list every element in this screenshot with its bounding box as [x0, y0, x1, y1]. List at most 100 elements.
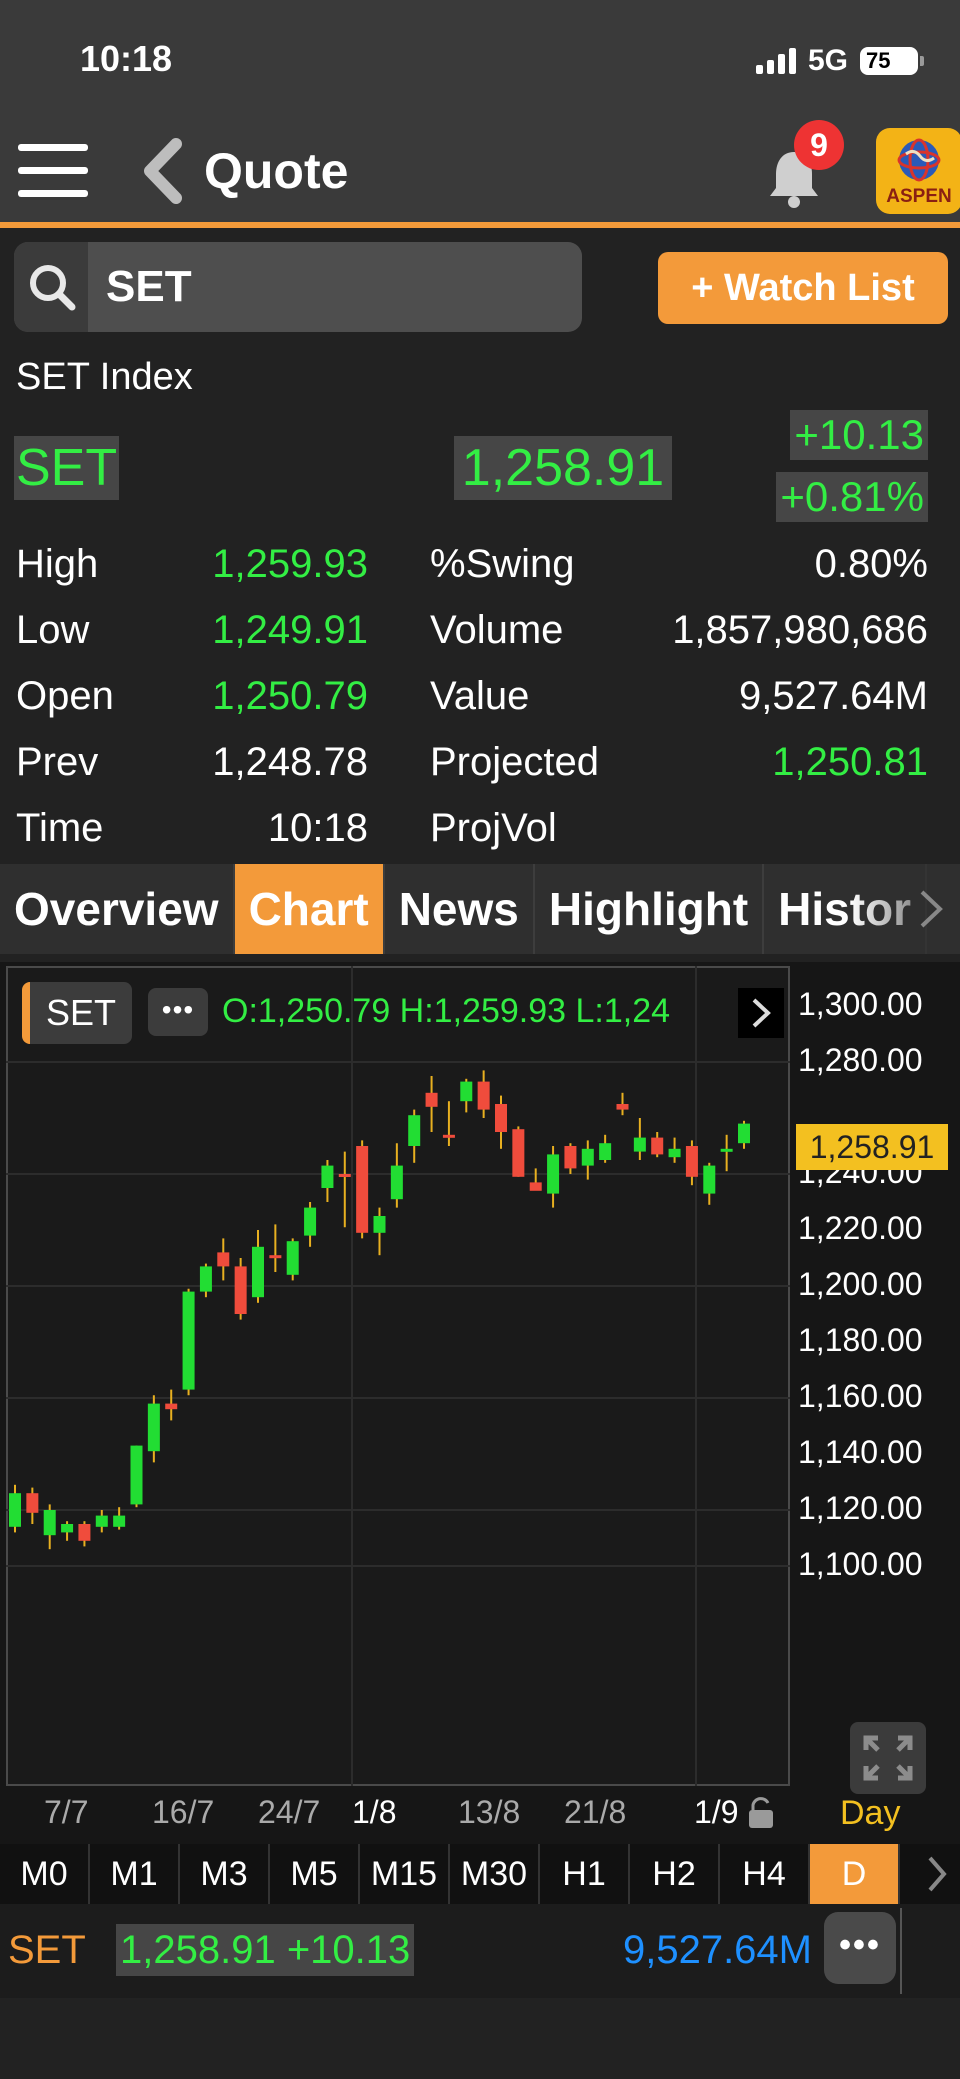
y-axis-tick-label: 1,220.00: [798, 1210, 923, 1246]
timeframe-h2[interactable]: H2: [630, 1844, 720, 1904]
candle[interactable]: [252, 1230, 264, 1303]
chart-more-button[interactable]: •••: [148, 988, 208, 1036]
timeframe-scroll-right-icon[interactable]: [924, 1852, 950, 1896]
candle[interactable]: [651, 1132, 664, 1158]
y-axis-tick-label: 1,140.00: [798, 1434, 923, 1470]
stat-row: Time 10:18 ProjVol: [0, 798, 960, 858]
candle[interactable]: [338, 1151, 351, 1228]
ticker-value: 9,527.64M: [622, 1928, 812, 1972]
aspen-logo[interactable]: ASPEN: [876, 128, 960, 214]
candle-body: [356, 1146, 369, 1233]
candle[interactable]: [408, 1109, 421, 1163]
stat-row: Open 1,250.79 Value 9,527.64M: [0, 666, 960, 726]
candle[interactable]: [599, 1134, 612, 1163]
candle[interactable]: [703, 1162, 716, 1205]
candle[interactable]: [616, 1092, 629, 1116]
candle-body: [616, 1104, 629, 1110]
timeframe-m5[interactable]: M5: [270, 1844, 360, 1904]
candle[interactable]: [9, 1484, 21, 1533]
candle[interactable]: [373, 1207, 386, 1256]
candle[interactable]: [130, 1445, 143, 1508]
candle[interactable]: [425, 1076, 438, 1132]
y-axis-tick-label: 1,160.00: [798, 1378, 923, 1414]
stat-value: 10:18: [267, 806, 368, 850]
tab-news[interactable]: News: [385, 864, 535, 954]
candle-body: [43, 1510, 56, 1536]
aspen-logo-text: ASPEN: [886, 186, 952, 207]
chart-symbol-chip[interactable]: SET: [22, 982, 132, 1044]
candle[interactable]: [442, 1101, 455, 1146]
candle[interactable]: [512, 1126, 525, 1177]
ohlc-expand-icon[interactable]: [738, 988, 784, 1038]
chart-period-label[interactable]: Day: [840, 1794, 900, 1833]
status-indicators: 5G 75: [755, 44, 924, 78]
candle[interactable]: [495, 1095, 507, 1149]
ticker-symbol[interactable]: SET: [8, 1928, 86, 1973]
x-axis-tick-label: 1/9: [694, 1794, 739, 1830]
last-price: 1,258.91: [454, 436, 672, 500]
candle[interactable]: [390, 1143, 403, 1208]
x-axis-tick-label: 7/7: [44, 1794, 89, 1830]
unlock-icon[interactable]: [746, 1796, 776, 1830]
candle[interactable]: [269, 1224, 282, 1272]
candle[interactable]: [738, 1120, 750, 1149]
y-axis-tick-label: 1,100.00: [798, 1546, 923, 1582]
candle[interactable]: [477, 1070, 490, 1118]
timeframe-h1[interactable]: H1: [540, 1844, 630, 1904]
timeframe-m1[interactable]: M1: [90, 1844, 180, 1904]
tab-highlight[interactable]: Highlight: [535, 864, 765, 954]
timeframe-m3[interactable]: M3: [180, 1844, 270, 1904]
candle[interactable]: [720, 1134, 733, 1172]
candle[interactable]: [529, 1168, 542, 1191]
stat-value: 1,857,980,686: [672, 608, 928, 652]
symbol-search-input[interactable]: [106, 242, 566, 332]
candle[interactable]: [668, 1137, 681, 1163]
candle[interactable]: [564, 1143, 577, 1174]
candle[interactable]: [304, 1202, 317, 1247]
candle[interactable]: [460, 1078, 473, 1113]
ticker-more-button[interactable]: •••: [824, 1912, 896, 1984]
tab-chart[interactable]: Chart: [234, 864, 385, 954]
symbol-search[interactable]: [14, 242, 582, 332]
candle[interactable]: [61, 1521, 74, 1541]
candlestick-chart[interactable]: [6, 966, 790, 1786]
candle[interactable]: [356, 1140, 369, 1239]
candle-body: [165, 1403, 178, 1410]
fullscreen-icon[interactable]: [850, 1722, 926, 1794]
stat-value: 9,527.64M: [738, 674, 928, 718]
timeframe-h4[interactable]: H4: [720, 1844, 810, 1904]
timeframe-m15[interactable]: M15: [360, 1844, 450, 1904]
stat-label: Projected: [430, 740, 599, 784]
stat-label: High: [16, 542, 99, 586]
candle[interactable]: [286, 1238, 299, 1281]
candle-body: [408, 1115, 421, 1146]
timeframe-m0[interactable]: M0: [0, 1844, 90, 1904]
battery-icon: 75: [860, 47, 924, 75]
timeframe-m30[interactable]: M30: [450, 1844, 540, 1904]
candle[interactable]: [78, 1521, 91, 1547]
menu-icon[interactable]: [18, 144, 90, 204]
candle[interactable]: [95, 1510, 108, 1533]
candle[interactable]: [633, 1118, 646, 1160]
search-icon[interactable]: [14, 242, 88, 332]
candle[interactable]: [182, 1288, 195, 1396]
candle[interactable]: [26, 1487, 39, 1524]
candle[interactable]: [165, 1389, 178, 1421]
quote-symbol: SET: [14, 436, 120, 500]
candle[interactable]: [547, 1146, 560, 1208]
candle[interactable]: [147, 1395, 160, 1463]
candle[interactable]: [217, 1238, 230, 1281]
candle[interactable]: [199, 1263, 212, 1298]
back-chevron-icon[interactable]: [138, 136, 188, 206]
candle-body: [269, 1255, 282, 1259]
tab-scroll-right-icon[interactable]: [916, 886, 946, 932]
stat-label: %Swing: [430, 542, 575, 586]
timeframe-d[interactable]: D: [810, 1844, 900, 1904]
candle[interactable]: [43, 1504, 56, 1550]
tab-overview[interactable]: Overview: [0, 864, 235, 954]
candle-body: [633, 1137, 646, 1152]
add-watchlist-button[interactable]: + Watch List: [658, 252, 948, 324]
timeframe-bar: M0 M1 M3 M5 M15 M30 H1 H2 H4 D: [0, 1844, 960, 1904]
candle[interactable]: [321, 1160, 334, 1202]
candle[interactable]: [234, 1258, 247, 1320]
